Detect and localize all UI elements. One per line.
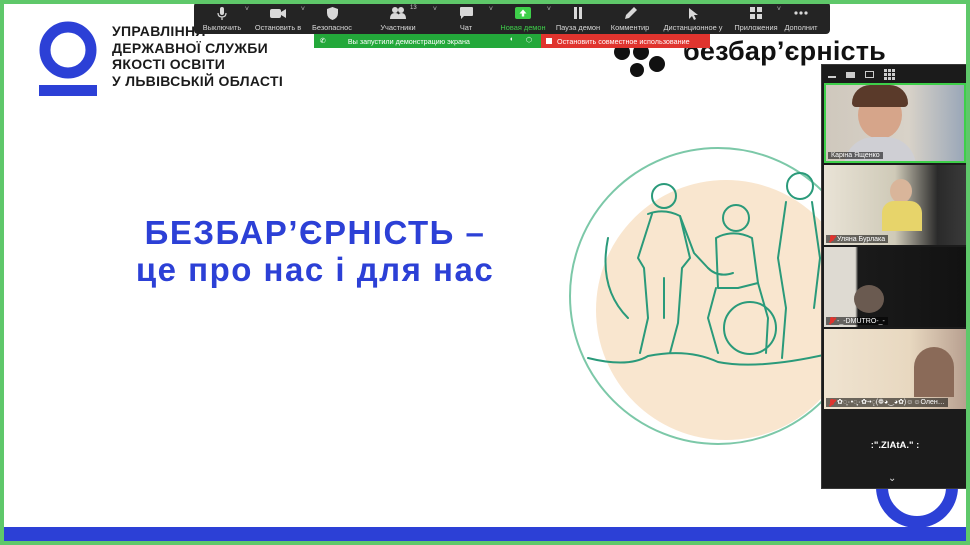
toolbar-chat-button[interactable]: Чат ˅ bbox=[438, 2, 494, 34]
participant-name-only-tile[interactable]: :".ZlAtA." : bbox=[824, 411, 966, 479]
share-status-bar: ✆ Вы запустили демонстрацию экрана ◖ ⬡ bbox=[314, 34, 541, 48]
toolbar-remote-control-button[interactable]: Дистанционное у bbox=[656, 2, 730, 34]
remote-control-icon bbox=[687, 6, 700, 20]
participant-name: ✿◌̥۰•◌̥̥۰✿ꞏ•◌̥(❁◕‿◕✿)☺☺Олен… bbox=[826, 398, 948, 407]
toolbar-pause-share-button[interactable]: Пауза демон bbox=[552, 2, 604, 34]
participant-name-text: -_-DMUTRO-_- bbox=[837, 317, 885, 325]
toolbar-pause-share-label: Пауза демон bbox=[555, 23, 601, 32]
video-panel-header bbox=[822, 65, 966, 84]
chevron-down-icon[interactable]: ˅ bbox=[433, 6, 437, 13]
video-camera-icon bbox=[270, 6, 286, 20]
participant-video-tile[interactable]: Уляна Бурлака bbox=[824, 165, 966, 245]
participants-count: 13 bbox=[410, 5, 417, 11]
participant-name-text: Каріна Ященко bbox=[831, 152, 880, 159]
annotate-icon bbox=[624, 6, 637, 20]
participant-name: -_-DMUTRO-_- bbox=[826, 317, 888, 325]
participant-video-tile[interactable]: ✿◌̥۰•◌̥̥۰✿ꞏ•◌̥(❁◕‿◕✿)☺☺Олен… bbox=[824, 329, 966, 409]
microphone-icon[interactable]: ◖ bbox=[509, 36, 513, 43]
participant-name-text: Уляна Бурлака bbox=[837, 235, 886, 243]
grid-view-icon[interactable] bbox=[884, 69, 895, 80]
toolbar-annotate-label: Комментир bbox=[610, 23, 650, 32]
stop-share-button[interactable]: Остановить совместное использование bbox=[541, 34, 710, 48]
organization-name-line: ЯКОСТІ ОСВІТИ bbox=[112, 56, 226, 72]
toolbar-mute-button[interactable]: Выключить ˅ bbox=[194, 2, 250, 34]
screen-share-banner: ✆ Вы запустили демонстрацию экрана ◖ ⬡ О… bbox=[314, 34, 710, 48]
toolbar-stop-video-button[interactable]: Остановить в ˅ bbox=[250, 2, 306, 34]
toolbar-annotate-button[interactable]: Комментир bbox=[604, 2, 656, 34]
more-icon bbox=[794, 6, 808, 20]
toolbar-security-button[interactable]: Безопаснос bbox=[306, 2, 358, 34]
participant-name-text: ✿◌̥۰•◌̥̥۰✿ꞏ•◌̥(❁◕‿◕✿)☺☺Олен… bbox=[837, 399, 945, 406]
toolbar-participants-label: Участники bbox=[380, 23, 416, 32]
slide-headline: БЕЗБАР’ЄРНІСТЬ – це про нас і для нас bbox=[100, 214, 530, 288]
microphone-muted-icon bbox=[829, 317, 835, 325]
minimize-icon[interactable] bbox=[828, 76, 836, 78]
participant-video-tile[interactable]: -_-DMUTRO-_- bbox=[824, 247, 966, 327]
chevron-down-icon[interactable]: ˅ bbox=[301, 6, 305, 13]
avatar bbox=[882, 201, 922, 231]
chevron-down-icon[interactable]: ˅ bbox=[245, 6, 249, 13]
chevron-down-icon[interactable]: ⌄ bbox=[888, 473, 896, 484]
chevron-down-icon[interactable]: ˅ bbox=[547, 6, 551, 13]
microphone-muted-icon bbox=[829, 235, 835, 243]
organization-name-line: У ЛЬВІВСЬКІЙ ОБЛАСТІ bbox=[112, 72, 284, 89]
toolbar-more-label: Дополнит bbox=[784, 23, 818, 32]
toolbar-new-share-button[interactable]: Новая демон ˅ bbox=[494, 2, 552, 34]
avatar bbox=[854, 285, 884, 313]
organization-name-line: ДЕРЖАВНОЇ СЛУЖБИ bbox=[112, 39, 268, 56]
video-panel: Каріна Ященко Уляна Бурлака -_-DMUTRO-_-… bbox=[821, 64, 967, 489]
toolbar-remote-control-label: Дистанционное у bbox=[663, 23, 723, 32]
toolbar-security-label: Безопаснос bbox=[312, 23, 352, 32]
share-screen-icon bbox=[515, 6, 531, 20]
stop-square-icon bbox=[546, 38, 552, 44]
inclusion-illustration bbox=[569, 147, 828, 445]
chevron-down-icon[interactable]: ˅ bbox=[489, 6, 493, 13]
participant-name: Уляна Бурлака bbox=[826, 235, 889, 243]
participant-video-tile[interactable]: Каріна Ященко bbox=[824, 83, 966, 163]
meeting-toolbar: Выключить ˅ Остановить в ˅ Безопаснос 13… bbox=[194, 2, 830, 34]
participant-name-text: :".ZlAtA." : bbox=[870, 439, 920, 451]
stop-share-label: Остановить совместное использование bbox=[557, 36, 690, 46]
share-status-text: Вы запустили демонстрацию экрана bbox=[347, 36, 470, 46]
microphone-icon bbox=[216, 6, 228, 20]
slide-bottom-bar bbox=[0, 527, 970, 541]
avatar bbox=[914, 347, 954, 397]
chevron-down-icon[interactable]: ˅ bbox=[777, 6, 781, 13]
avatar bbox=[890, 179, 912, 203]
organization-logo bbox=[39, 21, 97, 96]
toolbar-new-share-label: Новая демон bbox=[500, 23, 546, 32]
phone-icon: ✆ bbox=[320, 38, 326, 45]
participant-video-frame bbox=[824, 247, 966, 327]
chat-icon bbox=[459, 6, 473, 20]
shield-icon bbox=[326, 6, 338, 20]
single-view-icon[interactable] bbox=[846, 71, 855, 78]
headline-line-2: це про нас і для нас bbox=[135, 251, 495, 288]
toolbar-stop-video-label: Остановить в bbox=[254, 23, 302, 32]
headline-line-1: БЕЗБАР’ЄРНІСТЬ – bbox=[144, 214, 486, 251]
toolbar-apps-button[interactable]: Приложения ˅ bbox=[730, 2, 782, 34]
participants-icon bbox=[390, 6, 406, 20]
strip-view-icon[interactable] bbox=[865, 71, 874, 78]
avatar bbox=[852, 85, 908, 107]
shield-icon[interactable]: ⬡ bbox=[526, 36, 532, 44]
toolbar-apps-label: Приложения bbox=[734, 23, 778, 32]
toolbar-chat-label: Чат bbox=[459, 23, 473, 32]
brand-name: безбар’єрність bbox=[683, 36, 886, 66]
pause-icon bbox=[573, 6, 583, 20]
participant-name: Каріна Ященко bbox=[828, 152, 883, 159]
toolbar-participants-button[interactable]: 13 Участники ˅ bbox=[358, 2, 438, 34]
toolbar-mute-label: Выключить bbox=[202, 23, 242, 32]
apps-icon bbox=[750, 6, 762, 20]
microphone-muted-icon bbox=[829, 398, 835, 407]
toolbar-more-button[interactable]: Дополнит bbox=[782, 2, 820, 34]
